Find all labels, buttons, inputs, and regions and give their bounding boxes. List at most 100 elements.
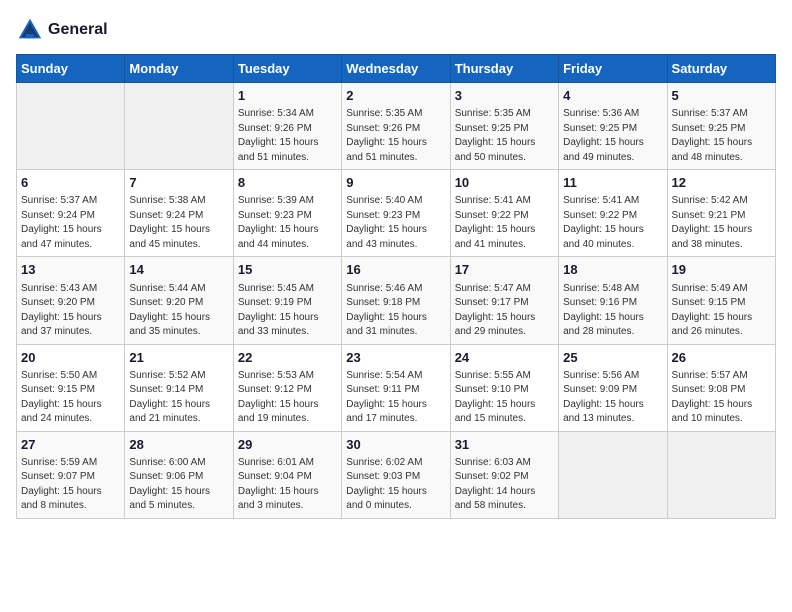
day-number: 13 <box>21 261 120 279</box>
day-info: Sunrise: 5:52 AMSunset: 9:14 PMDaylight:… <box>129 369 228 427</box>
calendar-week-row: 27 Sunrise: 5:59 AMSunset: 9:07 PMDayligh… <box>17 431 776 518</box>
calendar-cell: 8 Sunrise: 5:39 AMSunset: 9:23 PMDaylight… <box>233 170 341 257</box>
logo: General <box>16 16 108 44</box>
day-info: Sunrise: 6:01 AMSunset: 9:04 PMDaylight:… <box>238 456 337 514</box>
day-header-tuesday: Tuesday <box>233 55 341 83</box>
day-number: 21 <box>129 349 228 367</box>
day-number: 22 <box>238 349 337 367</box>
day-number: 12 <box>672 174 771 192</box>
calendar-cell: 16 Sunrise: 5:46 AMSunset: 9:18 PMDayligh… <box>342 257 450 344</box>
calendar-cell: 2Sunrise: 5:35 AMSunset: 9:26 PMDaylight… <box>342 83 450 170</box>
day-number: 16 <box>346 261 445 279</box>
day-info: Sunrise: 5:35 AMSunset: 9:25 PMDaylight:… <box>455 107 554 165</box>
calendar-cell: 31 Sunrise: 6:03 AMSunset: 9:02 PMDayligh… <box>450 431 558 518</box>
day-number: 19 <box>672 261 771 279</box>
calendar-cell: 27 Sunrise: 5:59 AMSunset: 9:07 PMDayligh… <box>17 431 125 518</box>
calendar-cell: 13 Sunrise: 5:43 AMSunset: 9:20 PMDayligh… <box>17 257 125 344</box>
calendar-cell: 10Sunrise: 5:41 AMSunset: 9:22 PMDayligh… <box>450 170 558 257</box>
day-header-monday: Monday <box>125 55 233 83</box>
calendar-cell: 20 Sunrise: 5:50 AMSunset: 9:15 PMDayligh… <box>17 344 125 431</box>
calendar-week-row: 1 Sunrise: 5:34 AMSunset: 9:26 PMDaylight… <box>17 83 776 170</box>
calendar-cell: 17 Sunrise: 5:47 AMSunset: 9:17 PMDayligh… <box>450 257 558 344</box>
day-number: 30 <box>346 436 445 454</box>
day-header-friday: Friday <box>559 55 667 83</box>
calendar-cell: 30 Sunrise: 6:02 AMSunset: 9:03 PMDayligh… <box>342 431 450 518</box>
calendar-cell: 9Sunrise: 5:40 AMSunset: 9:23 PMDaylight… <box>342 170 450 257</box>
calendar-cell: 28 Sunrise: 6:00 AMSunset: 9:06 PMDayligh… <box>125 431 233 518</box>
calendar-cell: 22Sunrise: 5:53 AMSunset: 9:12 PMDayligh… <box>233 344 341 431</box>
day-header-thursday: Thursday <box>450 55 558 83</box>
day-info: Sunrise: 5:46 AMSunset: 9:18 PMDaylight:… <box>346 282 445 340</box>
day-number: 20 <box>21 349 120 367</box>
day-number: 8 <box>238 174 337 192</box>
logo-icon <box>16 16 44 44</box>
day-number: 10 <box>455 174 554 192</box>
day-info: Sunrise: 5:39 AMSunset: 9:23 PMDaylight:… <box>238 194 337 252</box>
calendar-cell: 23 Sunrise: 5:54 AMSunset: 9:11 PMDayligh… <box>342 344 450 431</box>
calendar-header-row: SundayMondayTuesdayWednesdayThursdayFrid… <box>17 55 776 83</box>
calendar-week-row: 20 Sunrise: 5:50 AMSunset: 9:15 PMDayligh… <box>17 344 776 431</box>
logo-text: General <box>48 21 108 39</box>
day-info: Sunrise: 5:44 AMSunset: 9:20 PMDaylight:… <box>129 282 228 340</box>
day-info: Sunrise: 5:54 AMSunset: 9:11 PMDaylight:… <box>346 369 445 427</box>
day-number: 7 <box>129 174 228 192</box>
day-info: Sunrise: 5:57 AMSunset: 9:08 PMDaylight:… <box>672 369 771 427</box>
day-number: 18 <box>563 261 662 279</box>
day-info: Sunrise: 5:35 AMSunset: 9:26 PMDaylight:… <box>346 107 445 165</box>
day-info: Sunrise: 5:34 AMSunset: 9:26 PMDaylight:… <box>238 107 337 165</box>
day-number: 26 <box>672 349 771 367</box>
day-number: 23 <box>346 349 445 367</box>
calendar-cell <box>17 83 125 170</box>
calendar-cell <box>667 431 775 518</box>
day-info: Sunrise: 6:00 AMSunset: 9:06 PMDaylight:… <box>129 456 228 514</box>
calendar-cell: 4Sunrise: 5:36 AMSunset: 9:25 PMDaylight… <box>559 83 667 170</box>
calendar-week-row: 6 Sunrise: 5:37 AMSunset: 9:24 PMDaylight… <box>17 170 776 257</box>
calendar-cell <box>125 83 233 170</box>
calendar-cell: 15Sunrise: 5:45 AMSunset: 9:19 PMDayligh… <box>233 257 341 344</box>
day-number: 25 <box>563 349 662 367</box>
calendar-cell: 14 Sunrise: 5:44 AMSunset: 9:20 PMDayligh… <box>125 257 233 344</box>
calendar-cell: 3 Sunrise: 5:35 AMSunset: 9:25 PMDaylight… <box>450 83 558 170</box>
day-header-sunday: Sunday <box>17 55 125 83</box>
day-info: Sunrise: 5:50 AMSunset: 9:15 PMDaylight:… <box>21 369 120 427</box>
calendar-cell: 11Sunrise: 5:41 AMSunset: 9:22 PMDayligh… <box>559 170 667 257</box>
day-number: 1 <box>238 87 337 105</box>
calendar-cell: 29 Sunrise: 6:01 AMSunset: 9:04 PMDayligh… <box>233 431 341 518</box>
day-header-saturday: Saturday <box>667 55 775 83</box>
day-header-wednesday: Wednesday <box>342 55 450 83</box>
day-info: Sunrise: 6:02 AMSunset: 9:03 PMDaylight:… <box>346 456 445 514</box>
day-number: 24 <box>455 349 554 367</box>
day-info: Sunrise: 5:37 AMSunset: 9:24 PMDaylight:… <box>21 194 120 252</box>
day-number: 6 <box>21 174 120 192</box>
day-info: Sunrise: 6:03 AMSunset: 9:02 PMDaylight:… <box>455 456 554 514</box>
calendar-cell: 1 Sunrise: 5:34 AMSunset: 9:26 PMDaylight… <box>233 83 341 170</box>
day-number: 31 <box>455 436 554 454</box>
day-number: 15 <box>238 261 337 279</box>
calendar-cell: 7Sunrise: 5:38 AMSunset: 9:24 PMDaylight… <box>125 170 233 257</box>
day-info: Sunrise: 5:43 AMSunset: 9:20 PMDaylight:… <box>21 282 120 340</box>
page-header: General <box>16 16 776 44</box>
day-number: 3 <box>455 87 554 105</box>
day-info: Sunrise: 5:42 AMSunset: 9:21 PMDaylight:… <box>672 194 771 252</box>
day-info: Sunrise: 5:37 AMSunset: 9:25 PMDaylight:… <box>672 107 771 165</box>
day-number: 27 <box>21 436 120 454</box>
day-info: Sunrise: 5:56 AMSunset: 9:09 PMDaylight:… <box>563 369 662 427</box>
day-number: 17 <box>455 261 554 279</box>
calendar-cell: 21 Sunrise: 5:52 AMSunset: 9:14 PMDayligh… <box>125 344 233 431</box>
day-number: 29 <box>238 436 337 454</box>
day-info: Sunrise: 5:48 AMSunset: 9:16 PMDaylight:… <box>563 282 662 340</box>
calendar-week-row: 13 Sunrise: 5:43 AMSunset: 9:20 PMDayligh… <box>17 257 776 344</box>
day-number: 14 <box>129 261 228 279</box>
calendar-cell: 26 Sunrise: 5:57 AMSunset: 9:08 PMDayligh… <box>667 344 775 431</box>
day-number: 5 <box>672 87 771 105</box>
day-info: Sunrise: 5:41 AMSunset: 9:22 PMDaylight:… <box>563 194 662 252</box>
calendar-cell: 19Sunrise: 5:49 AMSunset: 9:15 PMDayligh… <box>667 257 775 344</box>
calendar-cell: 5 Sunrise: 5:37 AMSunset: 9:25 PMDaylight… <box>667 83 775 170</box>
calendar-cell <box>559 431 667 518</box>
calendar-cell: 6 Sunrise: 5:37 AMSunset: 9:24 PMDaylight… <box>17 170 125 257</box>
day-info: Sunrise: 5:47 AMSunset: 9:17 PMDaylight:… <box>455 282 554 340</box>
day-info: Sunrise: 5:59 AMSunset: 9:07 PMDaylight:… <box>21 456 120 514</box>
day-info: Sunrise: 5:55 AMSunset: 9:10 PMDaylight:… <box>455 369 554 427</box>
day-number: 28 <box>129 436 228 454</box>
calendar-cell: 12 Sunrise: 5:42 AMSunset: 9:21 PMDayligh… <box>667 170 775 257</box>
